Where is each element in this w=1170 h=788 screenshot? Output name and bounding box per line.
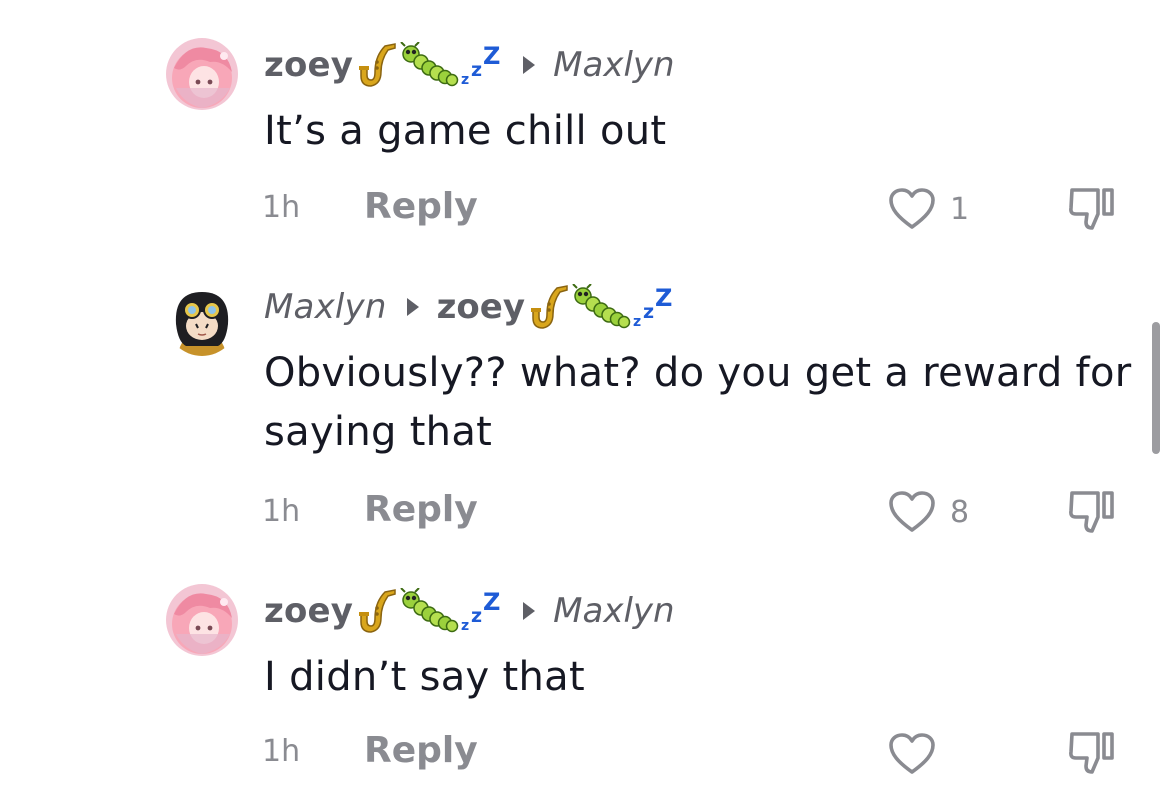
dislike-icon[interactable] — [1066, 487, 1116, 535]
like-count: 1 — [950, 192, 970, 227]
comment-text: I didn’t say that — [264, 654, 585, 700]
comment-item: zoey z z Z — [0, 560, 1170, 788]
reply-arrow-icon — [523, 602, 536, 620]
comment-item: zoey z z Z — [0, 0, 1170, 260]
reply-to-name[interactable]: Maxlyn — [553, 45, 674, 85]
comment-time: 1h — [262, 494, 301, 529]
reply-button[interactable]: Reply — [364, 489, 478, 530]
avatar-zoey[interactable] — [166, 38, 238, 110]
svg-text:z: z — [461, 618, 469, 634]
author-name[interactable]: Maxlyn — [264, 287, 387, 327]
heart-icon[interactable] — [888, 490, 936, 534]
reply-to-emoji-group: z z Z — [527, 284, 675, 330]
saxophone-emoji — [530, 285, 568, 329]
comment-header: zoey z z Z Maxlyn — [264, 586, 675, 636]
zzz-emoji: z z Z — [461, 588, 500, 634]
svg-text:z: z — [643, 301, 654, 323]
reply-arrow-icon — [523, 56, 536, 74]
author-name[interactable]: zoey — [264, 45, 353, 85]
comment-text: It’s a game chill out — [264, 108, 667, 154]
reply-button[interactable]: Reply — [364, 730, 478, 771]
saxophone-emoji — [359, 589, 396, 633]
comment-header: Maxlyn zoey z z Z — [264, 282, 675, 332]
saxophone-emoji — [359, 43, 396, 87]
svg-text:z: z — [471, 59, 482, 81]
svg-text:z: z — [471, 605, 482, 627]
heart-icon[interactable] — [888, 187, 936, 231]
reply-to-name[interactable]: Maxlyn — [553, 591, 674, 631]
avatar-maxlyn[interactable] — [166, 284, 238, 356]
comment-text: Obviously?? what? do you get a reward fo… — [264, 350, 1132, 455]
zzz-emoji: z z Z — [461, 42, 500, 88]
heart-icon[interactable] — [888, 732, 936, 776]
caterpillar-emoji — [572, 284, 631, 329]
caterpillar-emoji — [400, 42, 459, 87]
svg-text:z: z — [461, 72, 469, 88]
author-emoji-group: z z Z — [355, 42, 503, 88]
svg-text:Z: Z — [483, 42, 500, 70]
dislike-icon[interactable] — [1066, 184, 1116, 232]
scrollbar[interactable] — [1152, 322, 1160, 454]
reply-to-name[interactable]: zoey — [437, 287, 525, 327]
dislike-icon[interactable] — [1066, 728, 1116, 776]
comment-time: 1h — [262, 190, 301, 225]
caterpillar-emoji — [400, 588, 459, 633]
reply-button[interactable]: Reply — [364, 186, 478, 227]
like-count: 8 — [950, 495, 970, 530]
comment-item: Maxlyn zoey z z Z Obviously?? what? do y… — [0, 260, 1170, 560]
svg-text:Z: Z — [655, 284, 672, 312]
author-name[interactable]: zoey — [264, 591, 353, 631]
author-emoji-group: z z Z — [355, 588, 503, 634]
comment-header: zoey z z Z Maxlyn — [264, 40, 675, 90]
svg-text:z: z — [633, 314, 641, 330]
avatar-zoey[interactable] — [166, 584, 238, 656]
svg-text:Z: Z — [483, 588, 500, 616]
comment-time: 1h — [262, 734, 301, 769]
reply-arrow-icon — [406, 298, 419, 316]
zzz-emoji: z z Z — [633, 284, 672, 330]
